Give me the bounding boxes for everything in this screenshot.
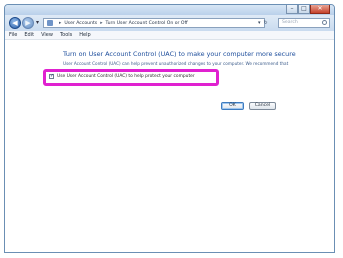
breadcrumb-user-accounts[interactable]: User Accounts <box>64 21 97 26</box>
address-dropdown-icon[interactable]: ▾ <box>258 20 261 26</box>
back-button[interactable]: ◀ <box>9 17 21 29</box>
recent-pages-icon[interactable]: ▾ <box>36 19 39 26</box>
breadcrumb-separator-icon: ▸ <box>59 20 62 26</box>
breadcrumb-uac[interactable]: Turn User Account Control On or Off <box>106 21 188 26</box>
menu-bar: File Edit View Tools Help <box>5 31 334 40</box>
refresh-icon[interactable]: ↻ <box>264 20 268 26</box>
search-placeholder: Search <box>282 20 298 25</box>
forward-button[interactable]: ▶ <box>22 17 34 29</box>
menu-edit[interactable]: Edit <box>24 31 34 39</box>
close-button[interactable]: ✕ <box>310 5 330 14</box>
maximize-button[interactable]: □ <box>298 5 310 14</box>
window-controls: – □ ✕ <box>286 5 330 15</box>
menu-view[interactable]: View <box>41 31 53 39</box>
uac-checkbox[interactable]: ✓ <box>49 74 54 79</box>
breadcrumb-separator-icon: ▸ <box>100 20 103 26</box>
title-bar[interactable]: – □ ✕ <box>5 5 334 15</box>
search-input[interactable]: Search <box>278 18 330 28</box>
page-title: Turn on User Account Control (UAC) to ma… <box>63 50 296 58</box>
explorer-window: – □ ✕ ◀ ▶ ▾ ▸ User Accounts ▸ Turn User … <box>4 4 335 253</box>
uac-checkbox-label[interactable]: Use User Account Control (UAC) to help p… <box>57 74 195 79</box>
menu-file[interactable]: File <box>9 31 17 39</box>
search-icon[interactable] <box>322 20 327 25</box>
address-field[interactable]: ▸ User Accounts ▸ Turn User Account Cont… <box>43 18 265 28</box>
content-pane: Turn on User Account Control (UAC) to ma… <box>5 40 334 252</box>
minimize-button[interactable]: – <box>286 5 298 14</box>
control-panel-icon <box>47 20 53 26</box>
menu-help[interactable]: Help <box>79 31 90 39</box>
address-actions: ▾ ↻ <box>258 19 275 27</box>
page-description: User Account Control (UAC) can help prev… <box>63 61 289 66</box>
cancel-button[interactable]: Cancel <box>249 102 276 110</box>
ok-button[interactable]: OK <box>221 102 244 110</box>
menu-tools[interactable]: Tools <box>60 31 72 39</box>
uac-checkbox-row[interactable]: ✓ Use User Account Control (UAC) to help… <box>49 74 195 79</box>
address-bar: ◀ ▶ ▾ ▸ User Accounts ▸ Turn User Accoun… <box>5 15 334 31</box>
